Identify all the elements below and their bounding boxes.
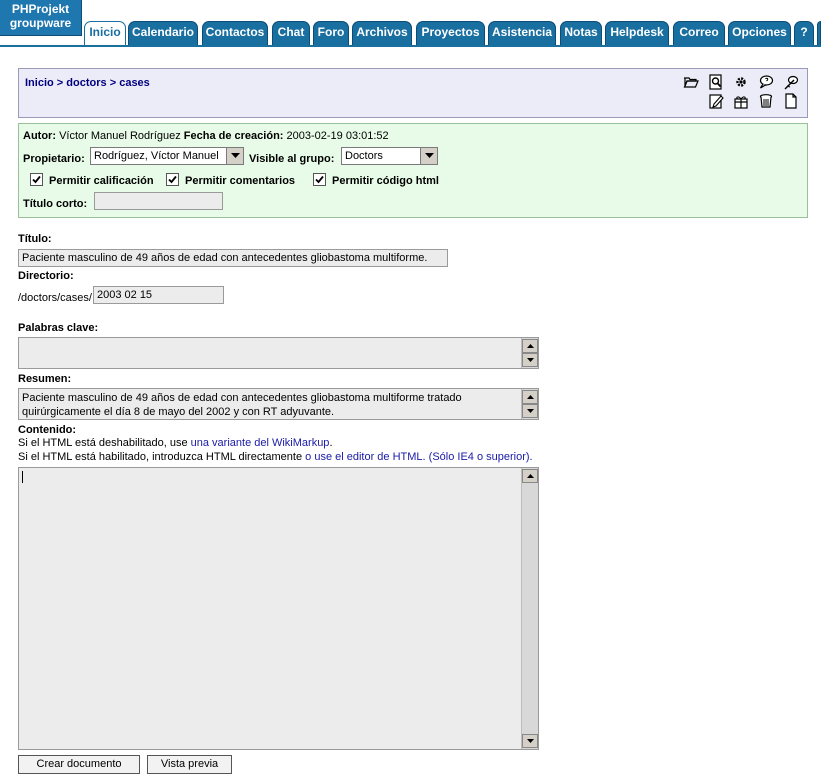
breadcrumb-doctors[interactable]: doctors — [66, 77, 106, 89]
tab-notas[interactable]: Notas — [560, 21, 602, 45]
tab-bar-line — [0, 45, 821, 47]
logo-line2: groupware — [9, 16, 72, 30]
breadcrumb-separator: > — [109, 77, 117, 89]
content-scrollbar[interactable] — [521, 468, 538, 749]
tab-opciones[interactable]: Opciones — [728, 21, 791, 45]
summary-label: Resumen: — [18, 373, 72, 385]
tab-asistencia[interactable]: Asistencia — [488, 21, 556, 45]
content-hint-html-text: Si el HTML está habilitado, introduzca H… — [18, 451, 306, 463]
content-hint-html-end: . — [529, 451, 533, 463]
app-logo[interactable]: PHProjekt groupware — [0, 0, 82, 36]
tab-inicio[interactable]: Inicio — [84, 21, 126, 47]
breadcrumb-cases[interactable]: cases — [119, 77, 150, 89]
content-label: Contenido: — [18, 424, 77, 436]
tab-contactos[interactable]: Contactos — [202, 21, 268, 45]
document-meta-panel: Autor: Víctor Manuel Rodríguez Fecha de … — [18, 123, 808, 218]
content-textarea[interactable] — [18, 467, 539, 750]
folder-open-icon[interactable] — [682, 73, 700, 91]
author-line: Autor: Víctor Manuel Rodríguez Fecha de … — [23, 130, 389, 142]
allow-comments-checkbox[interactable] — [166, 173, 179, 186]
tab-foro[interactable]: Foro — [313, 21, 349, 45]
allow-rating-checkbox[interactable] — [30, 173, 43, 186]
logo-line1: PHProjekt — [11, 2, 70, 16]
title-label: Título: — [18, 233, 52, 245]
edit-icon[interactable] — [707, 92, 725, 110]
group-value: Doctors — [345, 150, 383, 162]
speech-bubble-icon[interactable] — [757, 73, 775, 91]
text-cursor — [22, 471, 23, 483]
directory-prefix: /doctors/cases/ — [18, 292, 92, 304]
tab-correo[interactable]: Correo — [673, 21, 725, 45]
content-hint-html: Si el HTML está habilitado, introduzca H… — [18, 451, 533, 463]
content-hint-wiki-text: Si el HTML está deshabilitado, use — [18, 437, 191, 449]
scroll-down-icon[interactable] — [522, 404, 538, 418]
checkmark-icon — [168, 175, 177, 184]
directory-label: Directorio: — [18, 270, 74, 282]
short-title-label: Título corto: — [23, 198, 88, 210]
breadcrumb-separator: > — [56, 77, 64, 89]
allow-html-label: Permitir código html — [332, 175, 439, 187]
top-navigation: PHProjekt groupware Inicio Calendario Co… — [0, 0, 821, 47]
owner-value: Rodríguez, Víctor Manuel — [94, 150, 219, 162]
directory-input[interactable]: 2003 02 15 — [93, 286, 224, 304]
short-title-input[interactable] — [94, 192, 223, 210]
html-editor-link[interactable]: o use el editor de HTML. (Sólo IE4 o sup… — [305, 451, 529, 463]
search-document-icon[interactable] — [707, 73, 725, 91]
chevron-down-icon — [226, 148, 243, 164]
title-input[interactable]: Paciente masculino de 49 años de edad co… — [18, 249, 448, 267]
keywords-scrollbar[interactable] — [521, 338, 538, 368]
blank-document-icon[interactable] — [782, 92, 800, 110]
gift-icon[interactable] — [732, 92, 750, 110]
gear-icon[interactable] — [732, 73, 750, 91]
content-hint-wiki: Si el HTML está deshabilitado, use una v… — [18, 437, 333, 449]
allow-rating-label: Permitir calificación — [49, 175, 154, 187]
tab-calendario[interactable]: Calendario — [128, 21, 198, 45]
keywords-textarea[interactable] — [18, 337, 539, 369]
owner-select[interactable]: Rodríguez, Víctor Manuel — [90, 147, 244, 165]
author-label: Autor: — [23, 130, 56, 142]
group-label: Visible al grupo: — [249, 153, 335, 165]
summary-textarea[interactable]: Paciente masculino de 49 años de edad co… — [18, 388, 539, 420]
keywords-label: Palabras clave: — [18, 322, 99, 334]
tab-help[interactable]: ? — [794, 21, 814, 45]
breadcrumb-home[interactable]: Inicio — [25, 77, 54, 89]
owner-label: Propietario: — [23, 153, 85, 165]
tab-helpdesk[interactable]: Helpdesk — [605, 21, 669, 45]
trash-icon[interactable] — [757, 92, 775, 110]
tab-proyectos[interactable]: Proyectos — [416, 21, 485, 45]
preview-button[interactable]: Vista previa — [147, 755, 232, 774]
tab-overflow[interactable] — [817, 21, 821, 45]
scroll-up-icon[interactable] — [522, 339, 538, 353]
content-hint-wiki-end: . — [329, 437, 333, 449]
allow-comments-label: Permitir comentarios — [185, 175, 296, 187]
summary-scrollbar[interactable] — [521, 389, 538, 419]
create-document-button[interactable]: Crear documento — [18, 755, 140, 774]
checkmark-icon — [32, 175, 41, 184]
author-value: Víctor Manuel Rodríguez — [59, 130, 181, 142]
feather-icon[interactable] — [782, 73, 800, 91]
checkmark-icon — [315, 175, 324, 184]
summary-value: Paciente masculino de 49 años de edad co… — [22, 392, 462, 418]
created-label: Fecha de creación: — [183, 130, 284, 142]
breadcrumb-panel: Inicio > doctors > cases — [18, 68, 808, 118]
group-select[interactable]: Doctors — [341, 147, 438, 165]
tab-archivos[interactable]: Archivos — [352, 21, 412, 45]
chevron-down-icon — [420, 148, 437, 164]
created-value: 2003-02-19 03:01:52 — [286, 130, 389, 142]
tab-chat[interactable]: Chat — [272, 21, 310, 45]
scroll-up-icon[interactable] — [522, 390, 538, 404]
breadcrumb: Inicio > doctors > cases — [25, 77, 150, 89]
allow-html-checkbox[interactable] — [313, 173, 326, 186]
scroll-up-icon[interactable] — [522, 469, 538, 483]
scroll-down-icon[interactable] — [522, 734, 538, 748]
scroll-down-icon[interactable] — [522, 353, 538, 367]
wikimarkup-link[interactable]: una variante del WikiMarkup — [191, 437, 330, 449]
